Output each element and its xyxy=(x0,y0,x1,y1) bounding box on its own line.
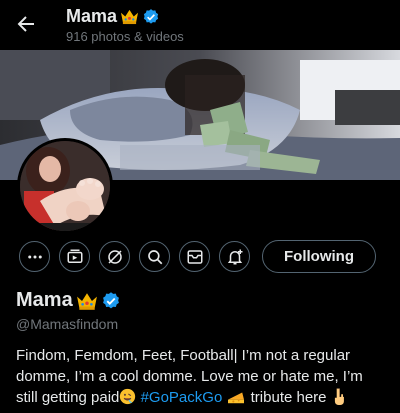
message-button[interactable] xyxy=(179,241,210,272)
profile-bio: Findom, Femdom, Feet, Football| I’m not … xyxy=(16,345,388,411)
avatar-image xyxy=(20,141,110,231)
bio-text-tribute: tribute here xyxy=(250,389,327,406)
cheese-emoji-icon xyxy=(226,389,246,411)
header-name: Mama xyxy=(66,6,118,26)
drooling-face-emoji-icon xyxy=(119,388,136,411)
message-icon xyxy=(187,249,202,264)
header-subtitle: 916 photos & videos xyxy=(66,29,184,44)
profile-name-row: Mama xyxy=(16,289,121,312)
pointing-down-emoji-icon xyxy=(331,387,346,411)
more-button[interactable] xyxy=(19,241,50,272)
more-dots-icon xyxy=(27,255,42,258)
notification-bell-icon xyxy=(227,249,242,264)
subscriptions-button[interactable] xyxy=(59,241,90,272)
back-button[interactable] xyxy=(14,12,38,36)
search-icon xyxy=(147,249,162,264)
verified-badge-icon xyxy=(143,8,159,24)
crown-emoji-icon xyxy=(121,9,139,25)
search-button[interactable] xyxy=(139,241,170,272)
verified-badge-icon xyxy=(102,291,119,308)
crown-emoji-icon xyxy=(76,292,97,310)
following-button[interactable]: Following xyxy=(262,240,376,273)
profile-action-row: Following xyxy=(0,240,400,276)
notification-button[interactable] xyxy=(219,241,250,272)
hashtag-link[interactable]: #GoPackGo xyxy=(141,389,223,406)
profile-handle: @Mamasfindom xyxy=(16,316,119,332)
profile-display-name: Mama xyxy=(16,289,73,311)
grok-button[interactable] xyxy=(99,241,130,272)
grok-icon xyxy=(107,249,122,264)
top-bar: Mama 916 photos & videos xyxy=(0,0,400,50)
avatar[interactable] xyxy=(17,138,113,234)
header-title: Mama xyxy=(66,6,160,27)
arrow-left-icon xyxy=(17,16,34,32)
subscriptions-icon xyxy=(67,249,82,263)
